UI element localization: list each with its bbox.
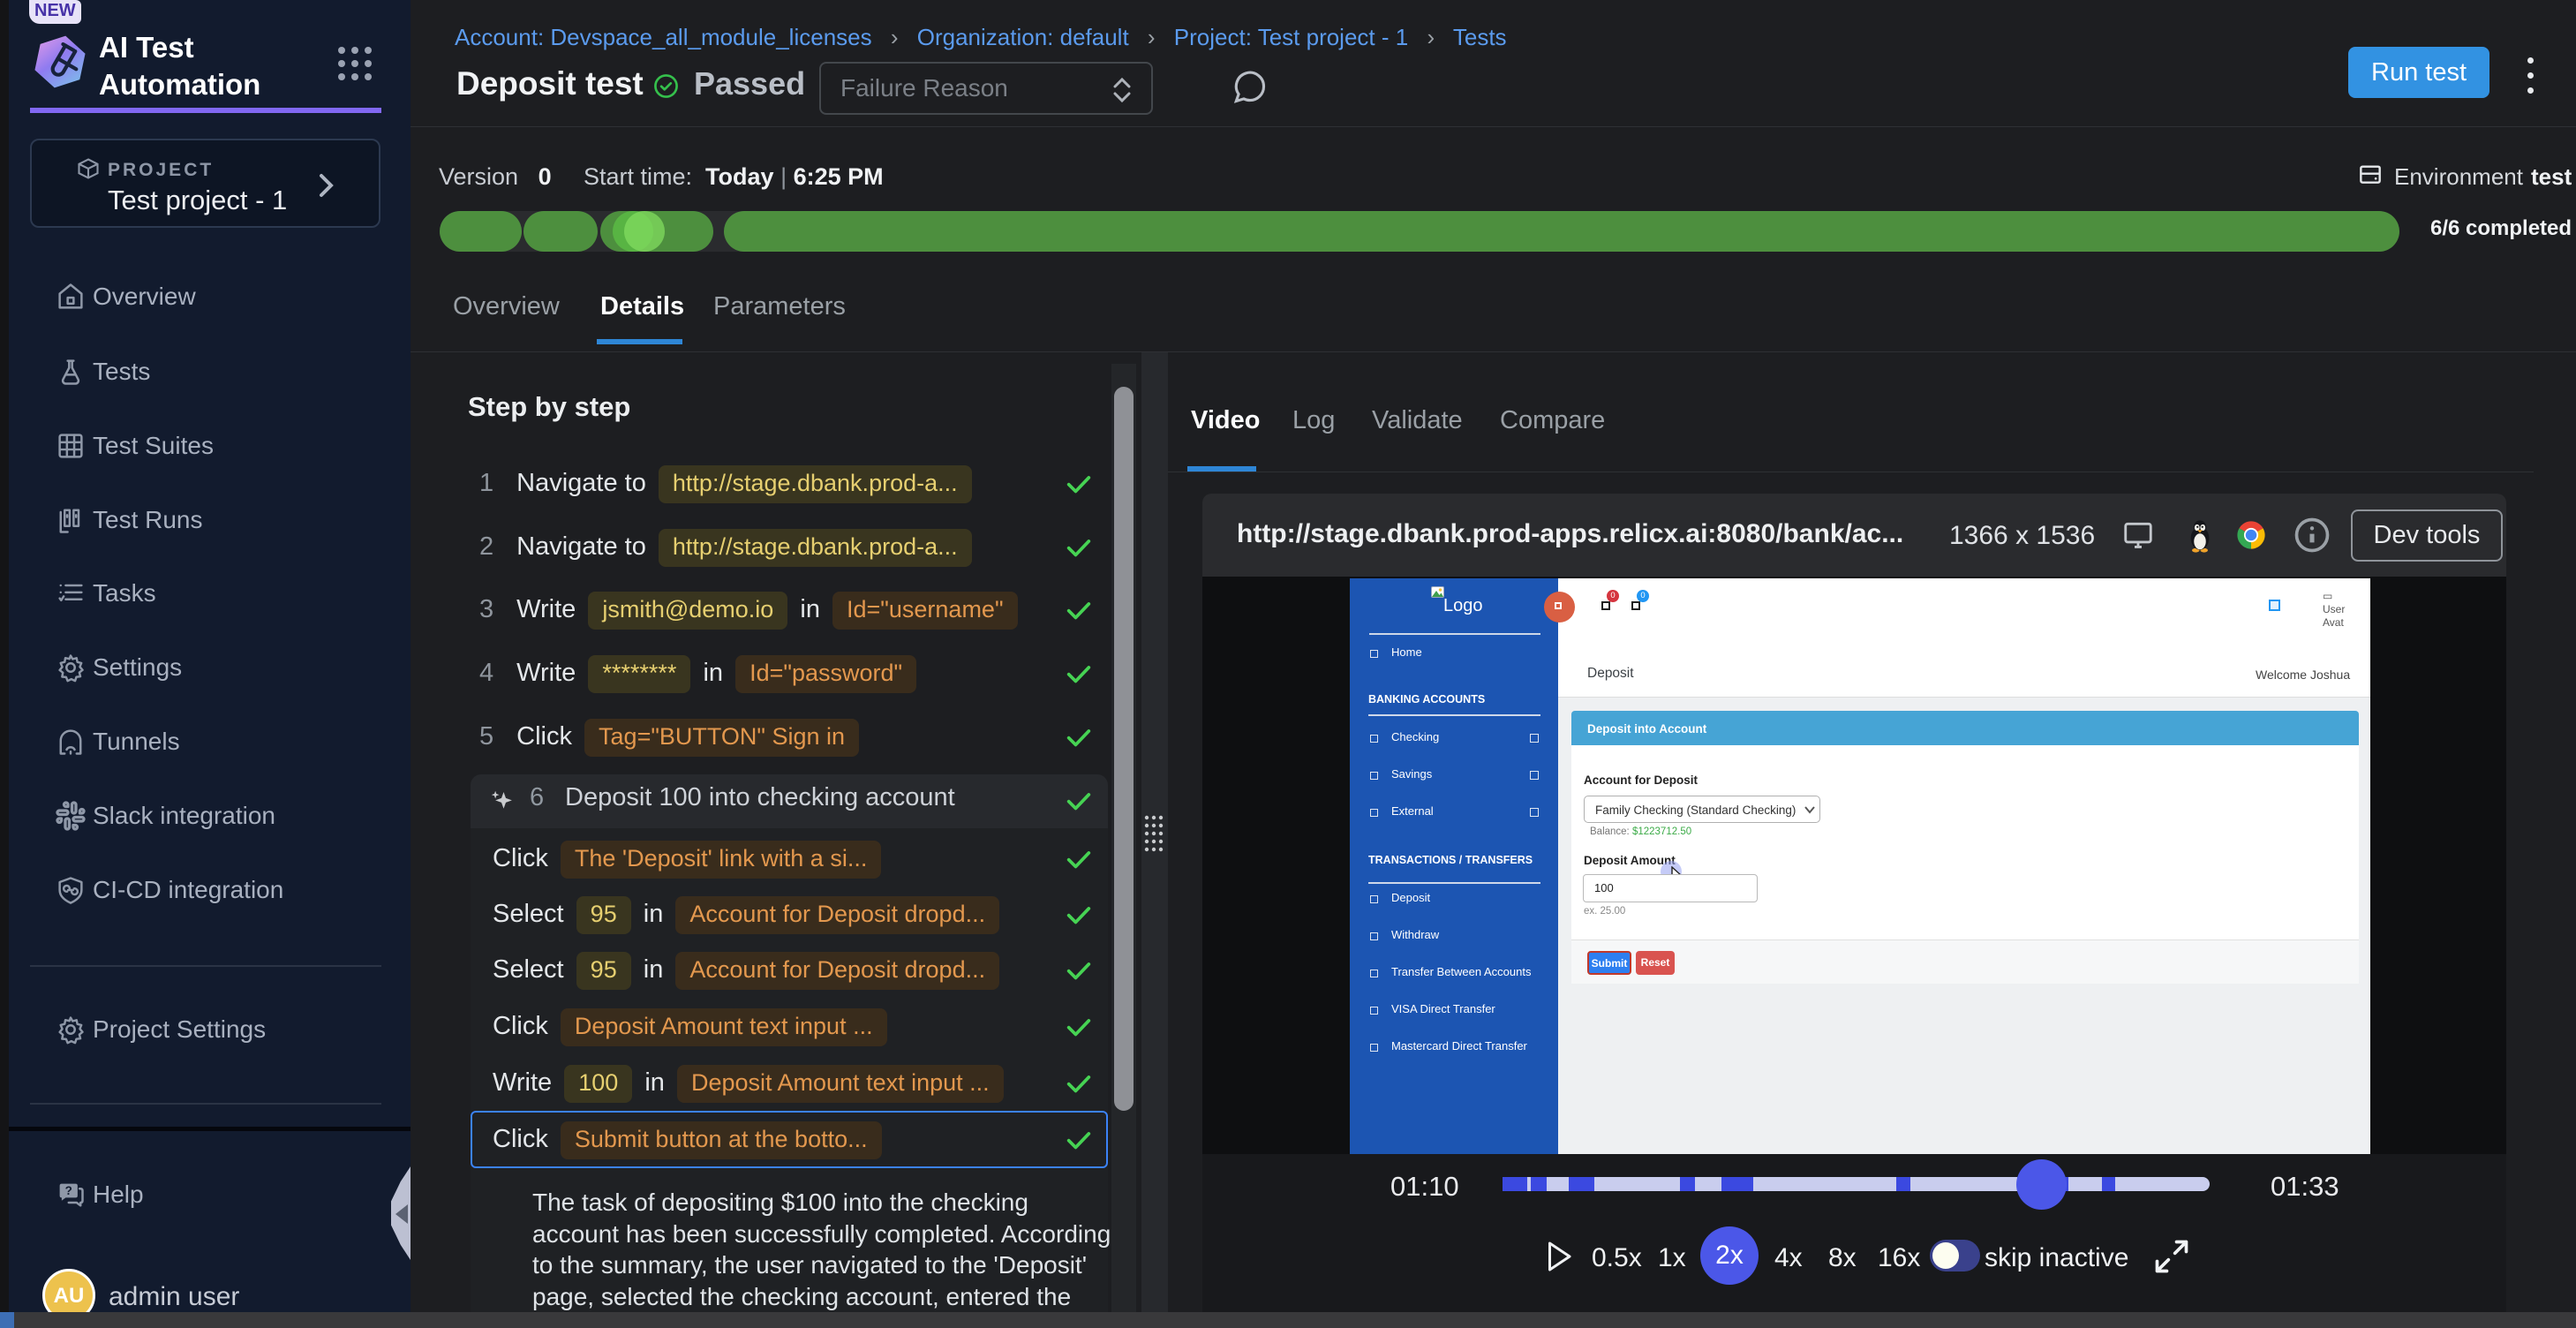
svg-text:?: ? — [65, 1184, 72, 1197]
